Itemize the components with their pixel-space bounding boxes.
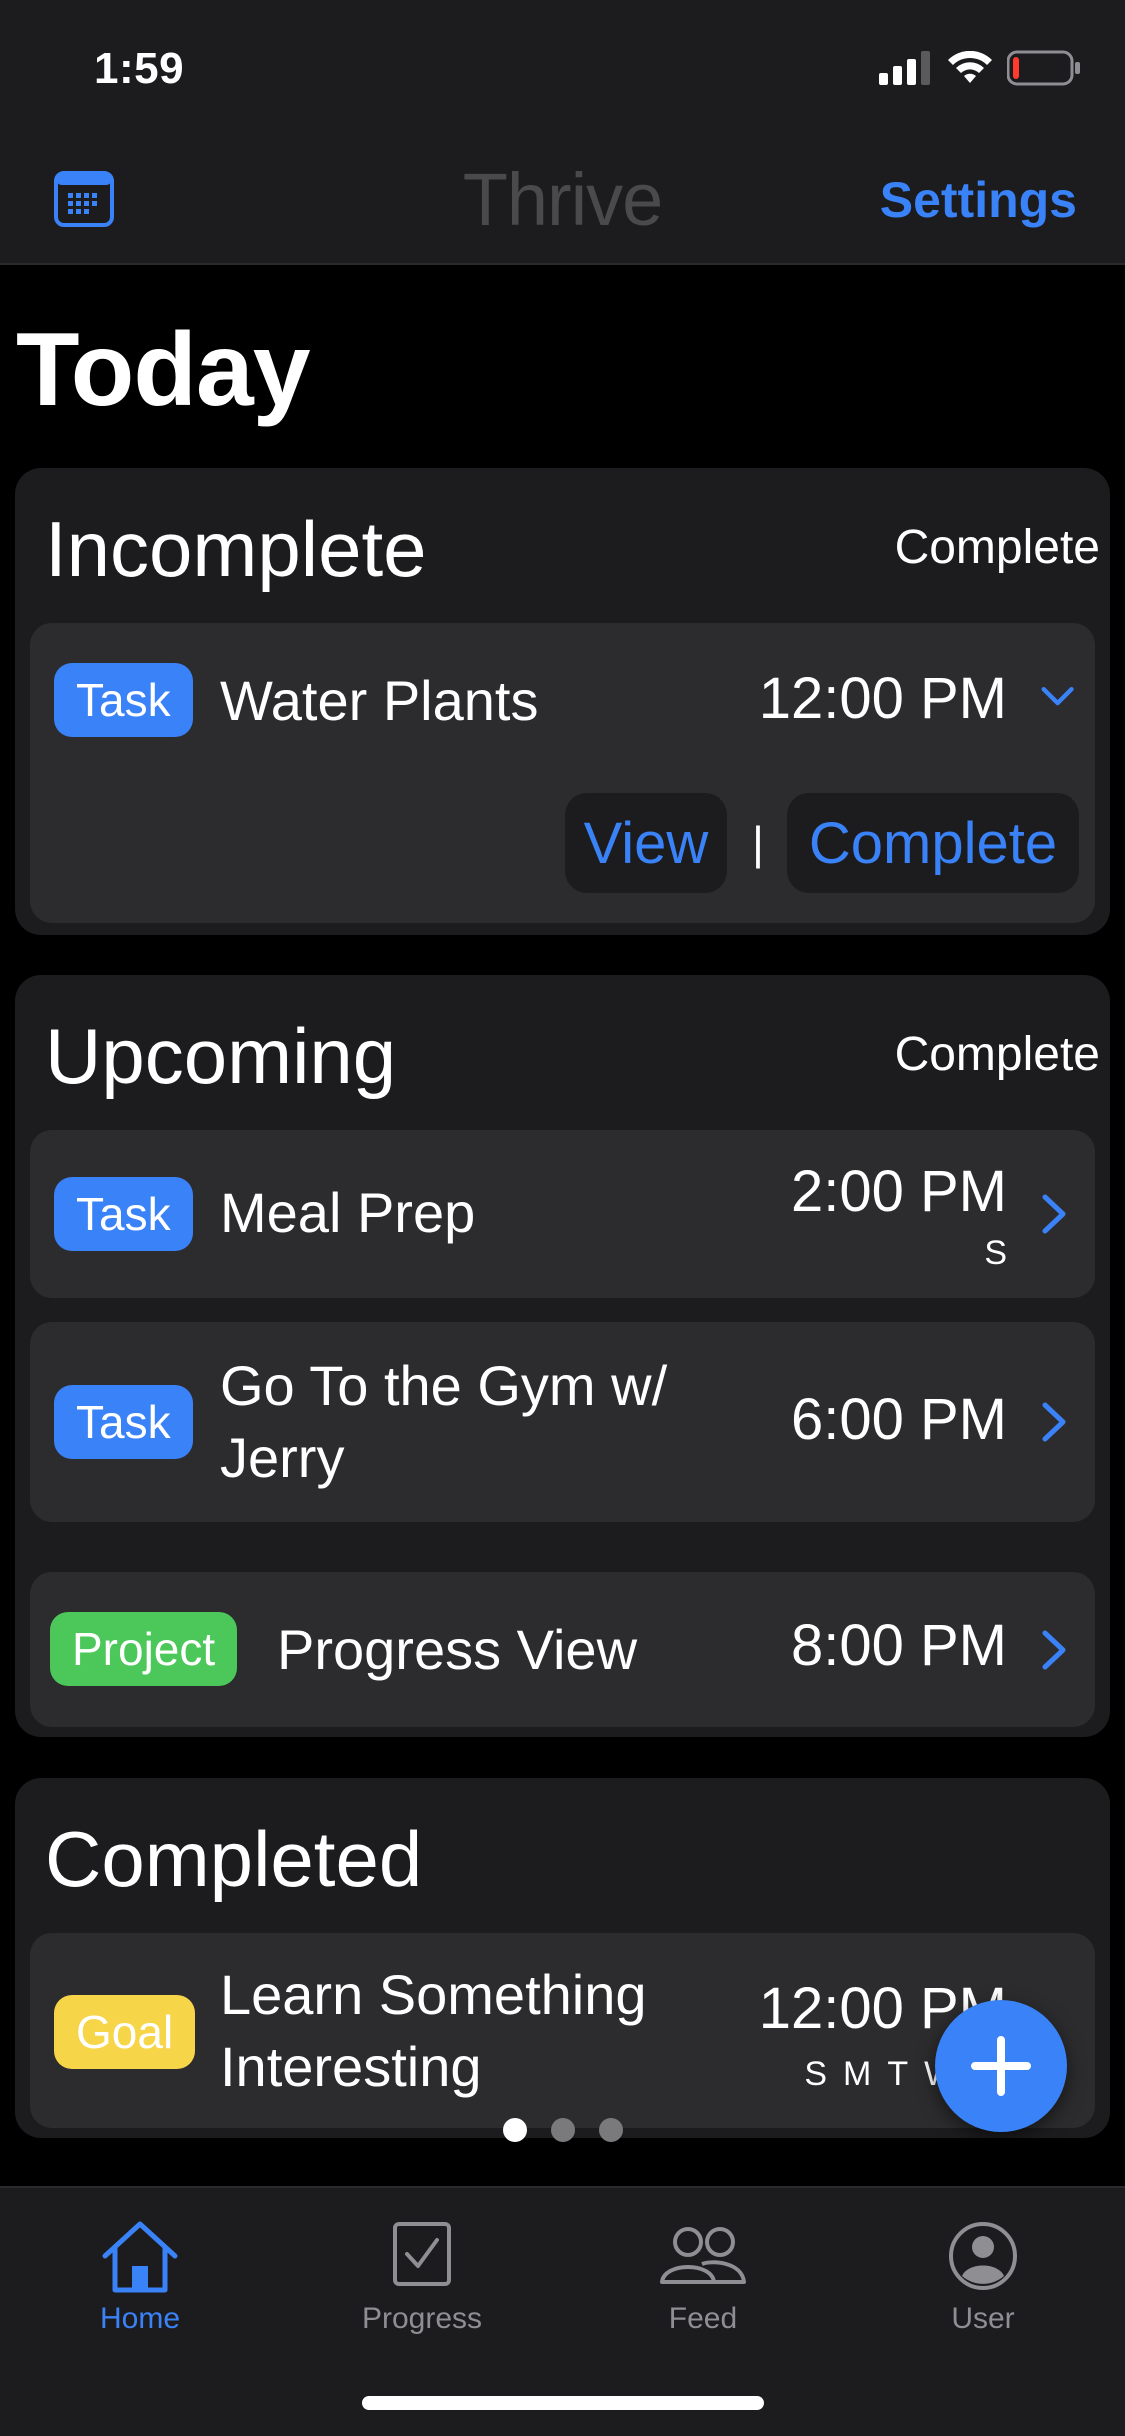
complete-button[interactable]: Complete xyxy=(787,793,1079,893)
project-title: Progress View xyxy=(277,1618,638,1681)
battery-icon xyxy=(1007,50,1080,86)
task-title: Meal Prep xyxy=(220,1181,476,1244)
status-bar: 1:59 xyxy=(0,0,1125,135)
page-dot[interactable] xyxy=(502,2118,527,2142)
project-row-progress-view[interactable]: Project Progress View 8:00 PM xyxy=(30,1572,1095,1727)
tab-progress[interactable]: Progress xyxy=(312,2216,532,2336)
project-badge: Project xyxy=(50,1612,238,1686)
complete-all-button[interactable]: Complete xyxy=(895,1027,1100,1082)
section-title: Incomplete xyxy=(45,505,427,593)
home-indicator[interactable] xyxy=(362,2396,764,2410)
task-title: Water Plants xyxy=(220,669,539,732)
task-time: 6:00 PM xyxy=(791,1387,1007,1452)
page-dot[interactable] xyxy=(550,2118,575,2142)
goal-badge: Goal xyxy=(54,1995,196,2069)
chevron-right-icon xyxy=(1042,1630,1066,1670)
task-time: 12:00 PM xyxy=(758,666,1007,731)
page-dot[interactable] xyxy=(598,2118,623,2142)
section-title: Upcoming xyxy=(45,1012,397,1100)
task-title-line2: Jerry xyxy=(220,1426,345,1489)
incomplete-section: Incomplete Complete Task Water Plants 12… xyxy=(15,468,1110,935)
add-button[interactable] xyxy=(935,2000,1067,2132)
task-row-gym[interactable]: Task Go To the Gym w/ Jerry 6:00 PM xyxy=(30,1322,1095,1522)
task-row-water-plants[interactable]: Task Water Plants 12:00 PM View | Comple… xyxy=(30,623,1095,923)
page-title: Today xyxy=(16,312,311,428)
tab-label: Progress xyxy=(361,2302,483,2335)
upcoming-section: Upcoming Complete Task Meal Prep 2:00 PM… xyxy=(15,975,1110,1737)
home-icon xyxy=(102,2221,178,2293)
page-indicator[interactable] xyxy=(0,2118,1125,2142)
action-separator: | xyxy=(752,817,764,869)
project-time: 8:00 PM xyxy=(791,1613,1007,1678)
goal-title-line1: Learn Something xyxy=(220,1963,647,2026)
plus-icon xyxy=(971,2036,1031,2096)
task-badge: Task xyxy=(54,663,193,737)
tab-feed[interactable]: Feed xyxy=(593,2216,813,2336)
user-circle-icon xyxy=(949,2222,1017,2290)
task-time: 2:00 PM xyxy=(791,1159,1007,1224)
goal-title-line2: Interesting xyxy=(220,2035,482,2098)
task-badge: Task xyxy=(54,1385,193,1459)
chevron-down-icon[interactable] xyxy=(1035,677,1075,717)
cellular-signal-icon xyxy=(879,51,930,85)
tab-label: User xyxy=(951,2302,1015,2335)
view-button[interactable]: View xyxy=(565,793,727,893)
task-row-meal-prep[interactable]: Task Meal Prep 2:00 PM S xyxy=(30,1130,1095,1298)
goal-row-learn-something[interactable]: Goal Learn Something Interesting 12:00 P… xyxy=(30,1933,1095,2128)
task-badge: Task xyxy=(54,1177,193,1251)
status-time: 1:59 xyxy=(94,44,185,93)
task-title-line1: Go To the Gym w/ xyxy=(220,1354,668,1417)
tab-label: Home xyxy=(99,2302,181,2335)
settings-button[interactable]: Settings xyxy=(880,171,1077,229)
tab-home[interactable]: Home xyxy=(30,2216,250,2336)
chevron-right-icon xyxy=(1042,1402,1066,1442)
section-title: Completed xyxy=(45,1815,423,1903)
tab-label: Feed xyxy=(668,2302,738,2335)
wifi-icon xyxy=(948,51,992,83)
people-icon xyxy=(660,2227,746,2284)
chevron-right-icon xyxy=(1042,1194,1066,1234)
status-icons xyxy=(879,50,1081,86)
checkbox-icon xyxy=(393,2222,451,2286)
tab-user[interactable]: User xyxy=(873,2216,1093,2336)
repeat-days: S xyxy=(984,1234,1017,1272)
navigation-bar: Thrive Settings xyxy=(0,135,1125,265)
complete-all-button[interactable]: Complete xyxy=(895,520,1100,575)
